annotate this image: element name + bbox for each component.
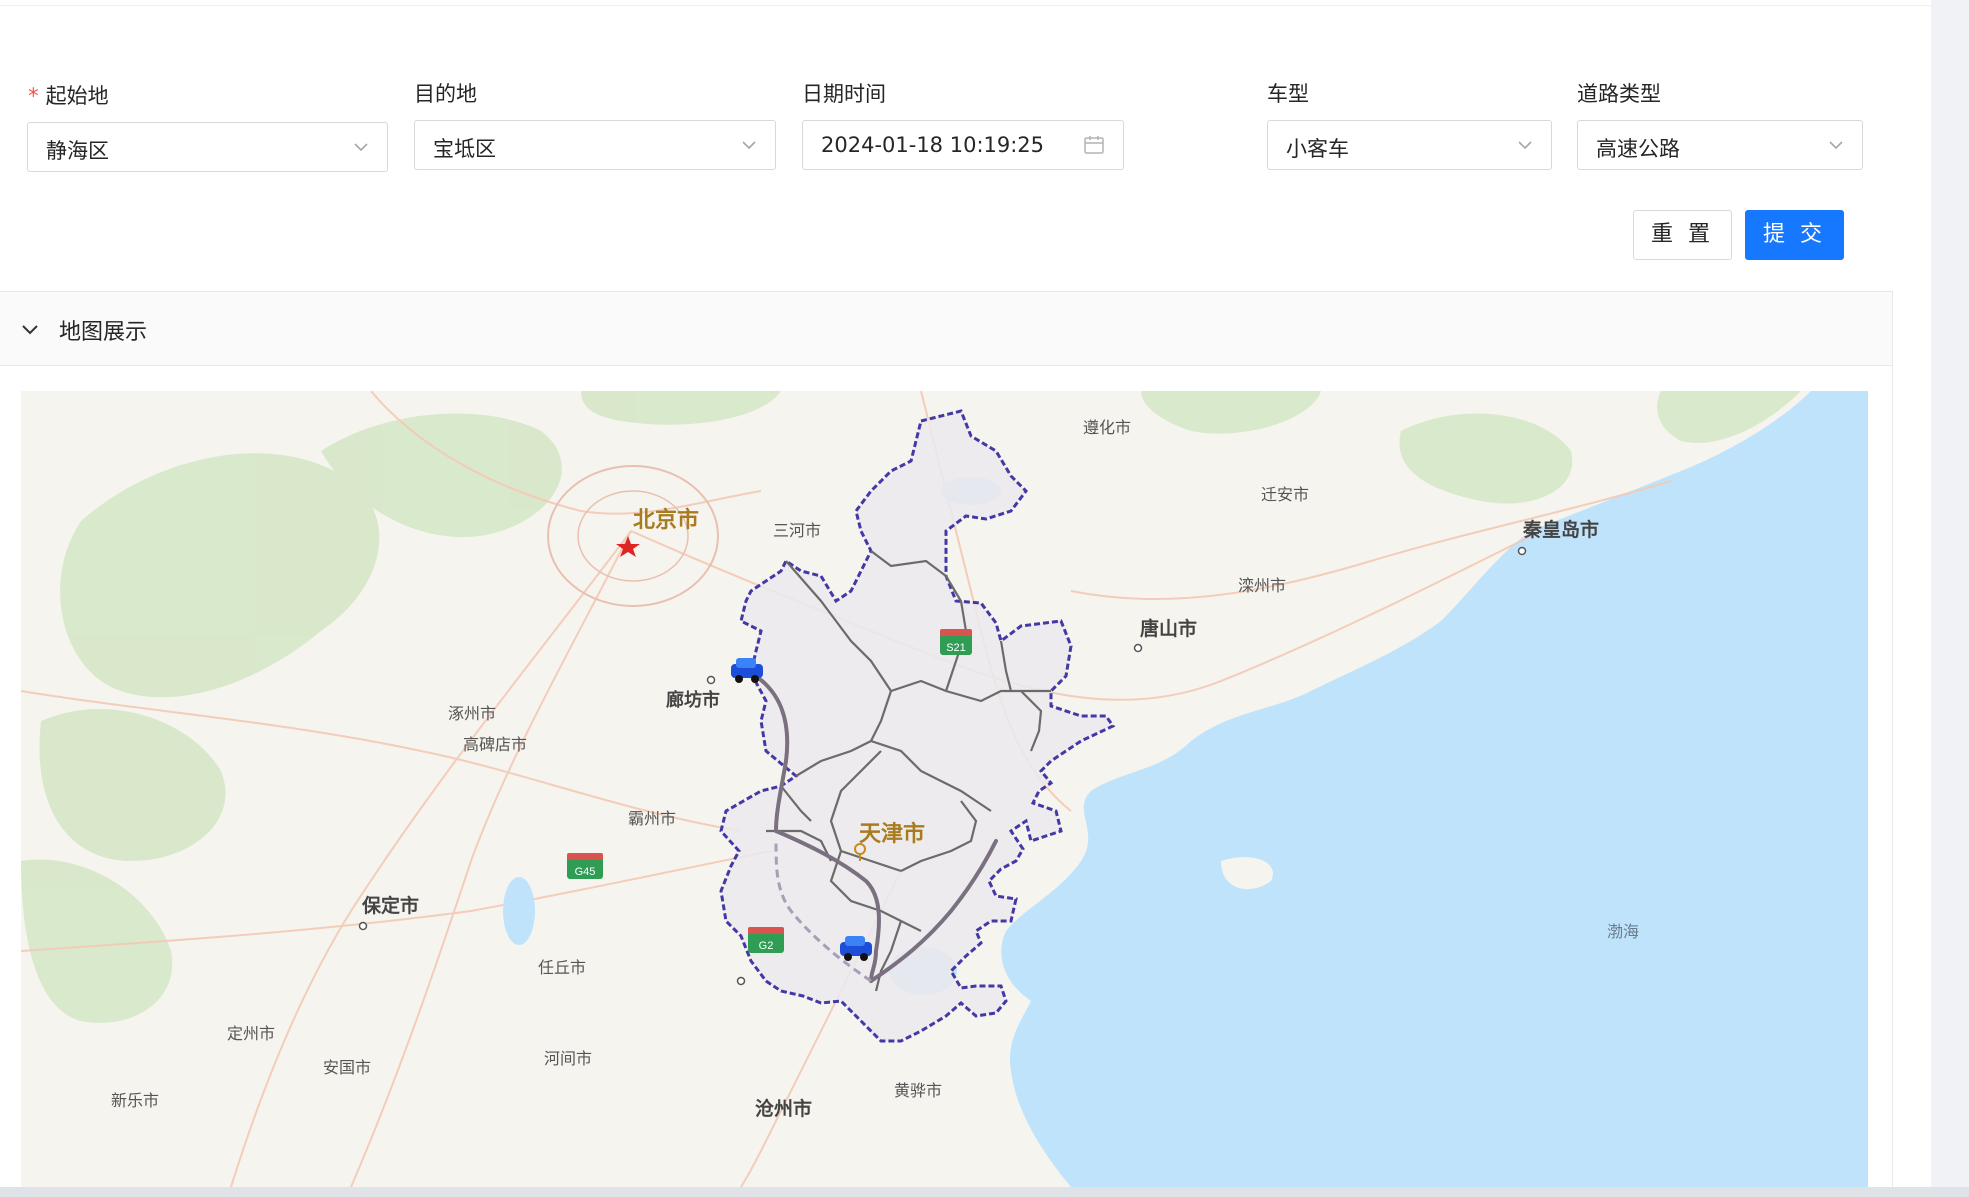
svg-text:S21: S21 — [946, 642, 966, 654]
datetime-label: 日期时间 — [802, 82, 886, 106]
map-canvas[interactable]: S21 G45 G2 北京市 天津市 廊坊市 三河市 遵化市 迁安市 秦皇岛市 … — [21, 391, 1868, 1187]
road-type-label: 道路类型 — [1577, 82, 1661, 106]
label-bazhou: 霸州市 — [628, 810, 676, 828]
label-anguo: 安国市 — [323, 1059, 371, 1077]
label-langfang: 廊坊市 — [666, 689, 720, 710]
destination-select-value: 宝坻区 — [433, 137, 496, 161]
label-cangzhou: 沧州市 — [755, 1097, 812, 1120]
origin-label-text: 起始地 — [45, 84, 109, 108]
calendar-icon — [1084, 136, 1104, 154]
destination-label: 目的地 — [414, 82, 477, 106]
submit-button[interactable]: 提 交 — [1745, 210, 1844, 260]
reset-button[interactable]: 重 置 — [1633, 210, 1732, 260]
svg-text:G45: G45 — [575, 866, 596, 878]
label-tangshan: 唐山市 — [1140, 617, 1197, 640]
label-bohai: 渤海 — [1607, 923, 1639, 941]
label-dingzhou: 定州市 — [227, 1025, 275, 1043]
top-divider — [0, 5, 1931, 6]
label-luanzhou: 滦州市 — [1238, 577, 1286, 595]
label-baoding: 保定市 — [361, 894, 419, 917]
label-beijing: 北京市 — [633, 507, 699, 532]
highway-shield-g2: G2 — [748, 927, 784, 953]
origin-label: * 起始地 — [27, 80, 109, 110]
label-hejian: 河间市 — [544, 1050, 592, 1068]
label-gaobeidian: 高碑店市 — [463, 736, 527, 754]
map-panel-title: 地图展示 — [59, 320, 148, 345]
origin-select[interactable]: 静海区 — [27, 122, 388, 172]
route-map[interactable]: S21 G45 G2 北京市 天津市 廊坊市 三河市 遵化市 迁安市 秦皇岛市 … — [21, 391, 1868, 1187]
label-zhuozhou: 涿州市 — [448, 705, 496, 723]
label-sanhe: 三河市 — [773, 522, 821, 540]
svg-text:G2: G2 — [759, 940, 774, 952]
label-renqiu: 任丘市 — [538, 959, 586, 977]
origin-select-value: 静海区 — [46, 139, 109, 163]
label-xinle: 新乐市 — [111, 1092, 159, 1110]
bottom-scrollbar-track[interactable] — [0, 1187, 1969, 1197]
highway-shield-s21: S21 — [940, 629, 972, 655]
label-qianan: 迁安市 — [1261, 486, 1309, 504]
chevron-down-icon — [1829, 141, 1843, 150]
required-mark: * — [27, 84, 40, 108]
destination-select[interactable]: 宝坻区 — [414, 120, 776, 170]
map-panel-header[interactable]: 地图展示 — [0, 291, 1893, 366]
label-huanghua: 黄骅市 — [894, 1082, 942, 1100]
label-zunhua: 遵化市 — [1083, 418, 1131, 437]
vehicle-type-value: 小客车 — [1286, 137, 1349, 161]
chevron-down-icon — [354, 143, 368, 152]
datetime-value: 2024-01-18 10:19:25 — [821, 133, 1045, 157]
label-qinhuangdao: 秦皇岛市 — [1522, 518, 1599, 541]
label-tianjin: 天津市 — [859, 821, 925, 846]
map-lake — [503, 877, 535, 945]
highway-shield-g45: G45 — [567, 853, 603, 879]
vehicle-type-select[interactable]: 小客车 — [1267, 120, 1552, 170]
chevron-down-icon — [742, 141, 756, 150]
road-type-value: 高速公路 — [1596, 137, 1680, 161]
chevron-down-icon — [1518, 141, 1532, 150]
datetime-picker[interactable]: 2024-01-18 10:19:25 — [802, 120, 1124, 170]
page-scroll-gutter — [1931, 0, 1969, 1197]
chevron-down-icon[interactable] — [20, 320, 40, 340]
road-type-select[interactable]: 高速公路 — [1577, 120, 1863, 170]
vehicle-type-label: 车型 — [1267, 82, 1309, 106]
